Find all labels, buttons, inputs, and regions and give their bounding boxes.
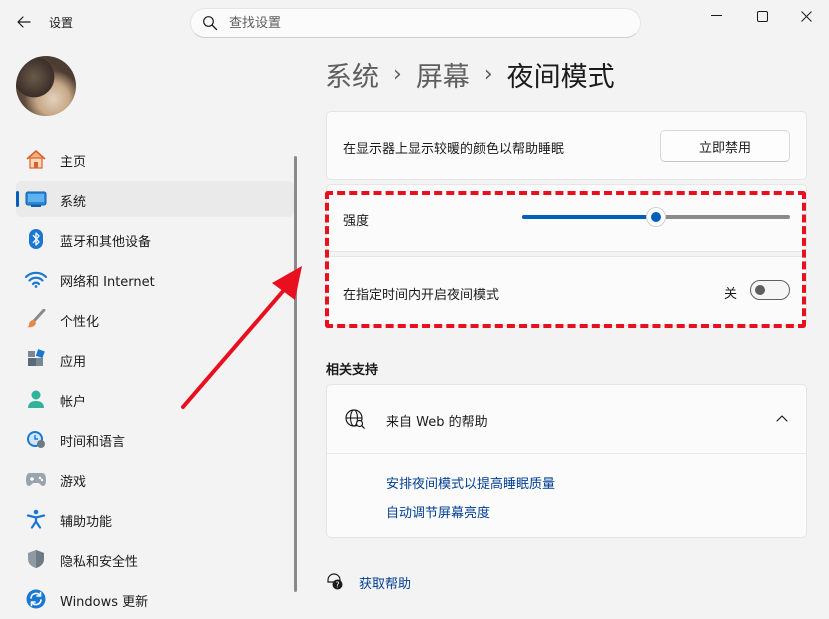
sidebar-item-label: 主页 [60,155,87,170]
home-icon [25,149,47,169]
sidebar-item-label: 应用 [60,355,87,370]
sidebar-item-accessibility[interactable]: 辅助功能 [16,501,294,537]
sidebar-item-time-language[interactable]: 时间和语言 [16,421,294,457]
back-button[interactable] [10,10,38,34]
sidebar-item-label: 游戏 [60,475,87,490]
sidebar-item-privacy[interactable]: 隐私和安全性 [16,541,294,577]
update-icon [25,589,47,609]
breadcrumb: 系统 › 屏幕 › 夜间模式 [325,54,615,94]
arrow-left-icon [17,16,31,28]
gamepad-icon [25,469,47,489]
wifi-icon [25,269,47,289]
disable-now-button[interactable]: 立即禁用 [660,130,790,162]
sidebar-item-label: 网络和 Internet [60,275,155,290]
card-divider [327,453,806,454]
breadcrumb-system[interactable]: 系统 [325,55,379,94]
sidebar-item-label: 帐户 [60,395,87,410]
breadcrumb-display[interactable]: 屏幕 [416,55,470,94]
clock-globe-icon [25,429,47,449]
sidebar-item-home[interactable]: 主页 [16,141,294,177]
globe-search-icon [345,409,365,429]
sidebar-item-gaming[interactable]: 游戏 [16,461,294,497]
chevron-up-icon[interactable] [776,414,788,422]
sidebar-item-label: 隐私和安全性 [60,555,139,570]
maximize-button[interactable] [739,0,785,32]
related-support-title: 相关支持 [326,363,379,378]
get-help-link[interactable]: 获取帮助 [359,573,411,592]
sidebar-item-label: 辅助功能 [60,515,113,530]
sidebar-item-label: 个性化 [60,315,100,330]
web-help-title: 来自 Web 的帮助 [386,415,488,430]
accessibility-icon [25,509,47,529]
sidebar-item-system[interactable]: 系统 [16,181,294,217]
brush-icon [25,309,47,329]
bluetooth-icon [25,229,47,249]
close-icon [800,10,812,22]
app-title: 设置 [49,16,74,30]
sidebar-item-label: 时间和语言 [60,435,126,450]
breadcrumb-separator: › [393,61,402,87]
page-title: 夜间模式 [506,61,615,93]
apps-icon [25,349,47,369]
annotation-highlight-box [325,191,806,328]
sidebar-item-label: Windows 更新 [60,595,149,610]
shield-icon [25,549,47,569]
night-light-description: 在显示器上显示较暖的颜色以帮助睡眠 [343,142,565,157]
help-link-brightness[interactable]: 自动调节屏幕亮度 [386,502,490,521]
account-icon [25,389,47,409]
system-icon [25,189,47,209]
minimize-icon [710,15,722,16]
avatar[interactable] [16,56,76,116]
close-button[interactable] [783,0,829,32]
breadcrumb-separator: › [483,61,493,87]
sidebar-item-label: 系统 [60,195,87,210]
annotation-arrow-icon [181,266,302,409]
maximize-icon [756,10,768,22]
minimize-button[interactable] [693,0,739,32]
search-icon [203,16,218,31]
title-bar: 设置 [0,0,829,46]
active-indicator [16,191,19,207]
svg-text:?: ? [335,581,339,590]
search-input[interactable] [229,14,609,32]
search-box[interactable] [190,8,641,38]
get-help-icon: ? [327,573,343,590]
help-link-schedule[interactable]: 安排夜间模式以提高睡眠质量 [386,473,555,492]
sidebar-item-label: 蓝牙和其他设备 [60,235,152,250]
sidebar-item-windows-update[interactable]: Windows 更新 [16,581,294,617]
sidebar-item-bluetooth[interactable]: 蓝牙和其他设备 [16,221,294,257]
